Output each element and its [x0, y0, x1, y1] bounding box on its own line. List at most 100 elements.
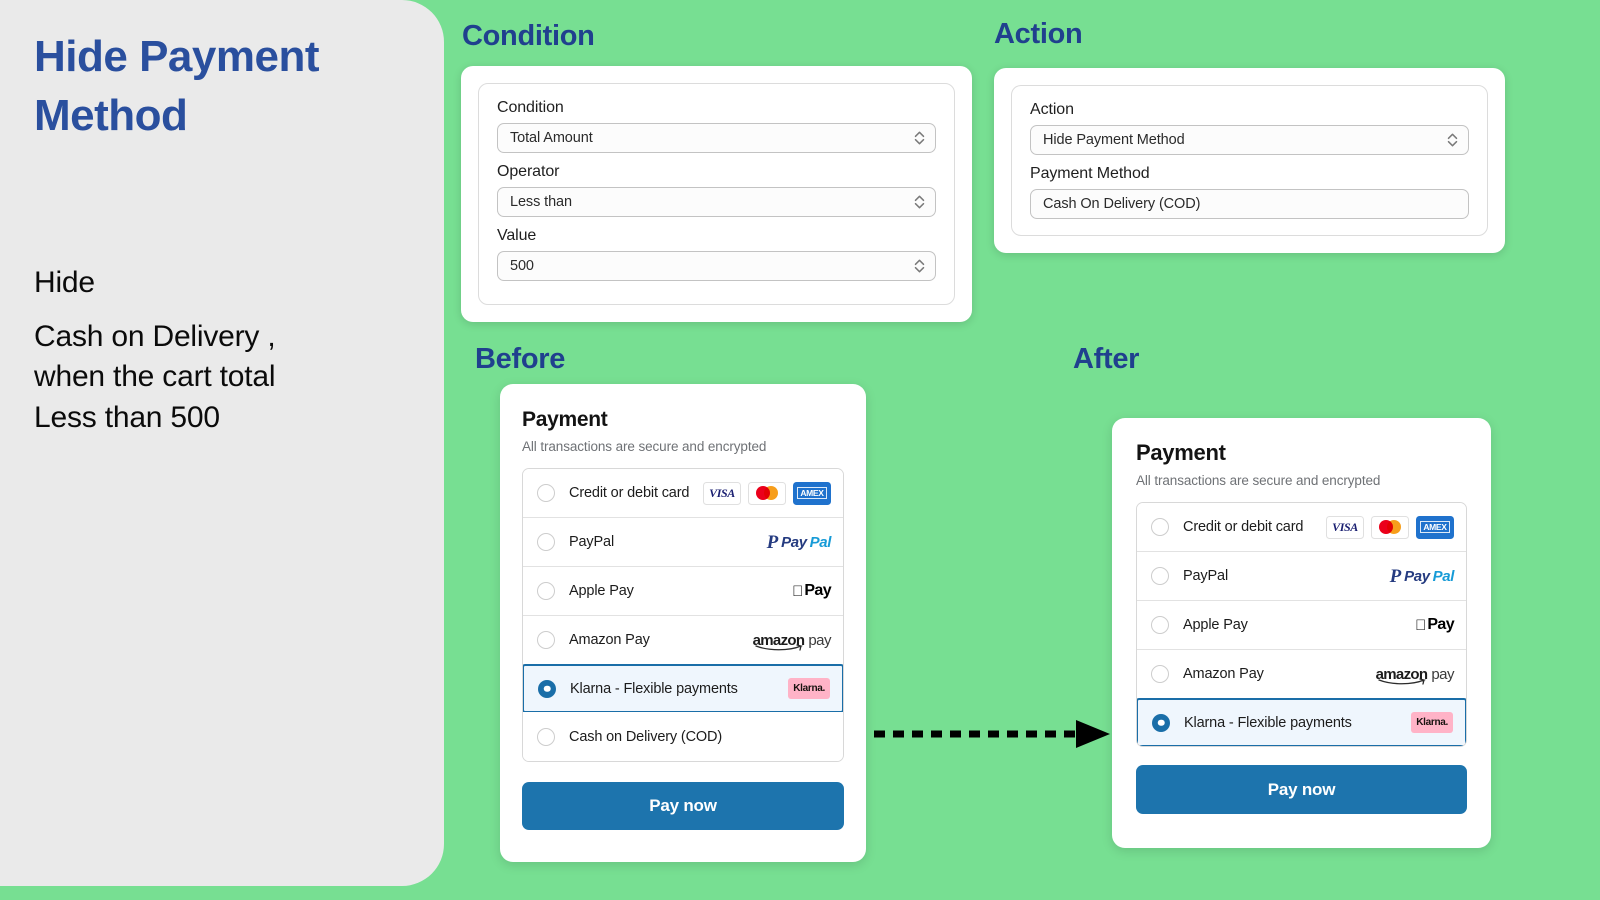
after-method-row[interactable]: Credit or debit card VISA AMEX: [1137, 503, 1466, 552]
method-label: PayPal: [569, 534, 615, 550]
before-method-row[interactable]: Credit or debit card VISA AMEX: [523, 469, 843, 518]
mastercard-circle-yellow: [764, 486, 778, 500]
action-field-value: Hide Payment Method: [1043, 132, 1185, 148]
before-pay-now-button[interactable]: Pay now: [522, 782, 844, 830]
amex-icon: AMEX: [793, 481, 831, 505]
radio-button[interactable]: [537, 582, 555, 600]
radio-button[interactable]: [538, 679, 556, 698]
method-label: Credit or debit card: [1183, 519, 1304, 535]
condition-card: Condition Total Amount Operator Less than Va…: [461, 66, 972, 322]
after-method-row[interactable]: Apple Pay Pay: [1137, 601, 1466, 650]
method-label: Apple Pay: [1183, 617, 1248, 633]
after-payment-title: Payment: [1136, 440, 1226, 465]
payment-logos: P Pay Pal: [1390, 567, 1455, 586]
condition-field-select[interactable]: Total Amount: [497, 123, 936, 153]
radio-button[interactable]: [1151, 665, 1169, 683]
apple-logo-icon: : [792, 584, 803, 599]
radio-button[interactable]: [537, 727, 555, 746]
method-label: Klarna - Flexible payments: [1184, 714, 1352, 731]
amex-icon: AMEX: [1416, 515, 1454, 539]
paypal-word-pay: Pay: [781, 533, 807, 551]
radio-button[interactable]: [1151, 616, 1169, 634]
after-method-row[interactable]: Amazon Pay amazon pay: [1137, 650, 1466, 699]
left-intro-panel: Hide Payment Method Hide Cash on Delivery…: [0, 0, 444, 886]
before-method-row[interactable]: Cash on Delivery (COD): [523, 712, 843, 761]
mastercard-icon: [1371, 515, 1409, 539]
condition-field-input[interactable]: 500: [497, 251, 936, 281]
before-method-row[interactable]: Apple Pay Pay: [523, 567, 843, 616]
payment-logos: Klarna.: [1411, 712, 1453, 733]
after-pay-now-button[interactable]: Pay now: [1136, 765, 1467, 814]
before-method-row[interactable]: PayPal P Pay Pal: [523, 518, 843, 567]
after-method-row[interactable]: Klarna - Flexible payments Klarna.: [1137, 698, 1466, 746]
payment-logos: P Pay Pal: [766, 531, 832, 553]
dashed-arrow-icon: [874, 720, 1110, 748]
rule-summary-line: Less than 500: [34, 400, 220, 434]
condition-field-label: Condition: [497, 99, 564, 116]
apple-pay-icon: Pay: [792, 582, 832, 600]
radio-button[interactable]: [1151, 518, 1169, 536]
action-card: Action Hide Payment Method Payment Method C…: [994, 68, 1505, 253]
paypal-word-pay: Pay: [1404, 567, 1430, 585]
visa-icon: VISA: [1326, 515, 1364, 539]
action-field-label: Payment Method: [1030, 165, 1150, 182]
action-fields-container: Action Hide Payment Method Payment Method C…: [1011, 85, 1488, 236]
mastercard-circle-yellow: [1387, 520, 1401, 534]
radio-button[interactable]: [1152, 713, 1170, 732]
radio-button[interactable]: [537, 631, 555, 649]
condition-field-select[interactable]: Less than: [497, 187, 936, 217]
before-method-row[interactable]: Klarna - Flexible payments Klarna.: [523, 664, 843, 713]
condition-field-label: Value: [497, 227, 537, 244]
rule-summary-line: Cash on Delivery ,: [34, 320, 276, 354]
payment-logos: Pay: [1415, 616, 1455, 634]
after-payment-method-list: Credit or debit card VISA AMEX PayPal P Pay Pa…: [1136, 502, 1467, 747]
visa-label: VISA: [709, 485, 735, 500]
amex-label: AMEX: [797, 487, 827, 499]
after-payment-subtitle: All transactions are secure and encrypte…: [1136, 473, 1381, 488]
after-method-row[interactable]: PayPal P Pay Pal: [1137, 552, 1466, 601]
stepper-chevrons-icon[interactable]: [914, 130, 925, 146]
rule-summary-line: Hide: [34, 266, 95, 300]
condition-field-value: Total Amount: [510, 130, 593, 146]
amazon-pay-icon: amazon pay: [1376, 665, 1454, 685]
method-label: Amazon Pay: [569, 632, 650, 648]
klarna-icon: Klarna.: [788, 678, 830, 699]
before-payment-subtitle: All transactions are secure and encrypte…: [522, 439, 767, 454]
radio-button[interactable]: [1151, 567, 1169, 585]
condition-fields-container: Condition Total Amount Operator Less than Va…: [478, 83, 955, 305]
paypal-icon: P Pay Pal: [1390, 567, 1455, 586]
action-field-input[interactable]: Cash On Delivery (COD): [1030, 189, 1469, 219]
stepper-chevrons-icon[interactable]: [1447, 132, 1458, 148]
payment-logos: amazon pay: [1376, 665, 1454, 685]
rule-summary-text: Hide Cash on Delivery , when the cart tota…: [34, 263, 410, 438]
amex-label: AMEX: [1420, 521, 1450, 533]
apple-pay-label: Pay: [1427, 616, 1454, 633]
stepper-chevrons-icon[interactable]: [914, 194, 925, 210]
amazon-pay-word: pay: [808, 631, 831, 649]
radio-button[interactable]: [537, 533, 555, 551]
visa-icon: VISA: [703, 481, 741, 505]
paypal-word-pal: Pal: [1432, 567, 1455, 585]
amazon-pay-icon: amazon pay: [753, 631, 831, 651]
rule-summary-line: when the cart total: [34, 360, 276, 394]
payment-logos: Klarna.: [788, 678, 830, 699]
paypal-mark: P: [766, 531, 779, 553]
action-field-select[interactable]: Hide Payment Method: [1030, 125, 1469, 155]
apple-pay-label: Pay: [804, 582, 831, 599]
before-section-heading: Before: [475, 343, 566, 375]
amazon-pay-word: pay: [1431, 665, 1454, 683]
condition-field-value: 500: [510, 258, 534, 274]
payment-logos: Pay: [792, 582, 832, 600]
before-method-row[interactable]: Amazon Pay amazon pay: [523, 616, 843, 665]
after-section-heading: After: [1073, 343, 1140, 375]
method-label: Klarna - Flexible payments: [570, 680, 738, 697]
action-section-heading: Action: [994, 18, 1083, 50]
before-to-after-arrow: [872, 718, 1112, 750]
method-label: PayPal: [1183, 568, 1229, 584]
payment-logos: amazon pay: [753, 631, 831, 651]
stepper-chevrons-icon[interactable]: [914, 258, 925, 274]
method-label: Cash on Delivery (COD): [569, 728, 723, 745]
radio-button[interactable]: [537, 484, 555, 502]
method-label: Amazon Pay: [1183, 666, 1264, 682]
